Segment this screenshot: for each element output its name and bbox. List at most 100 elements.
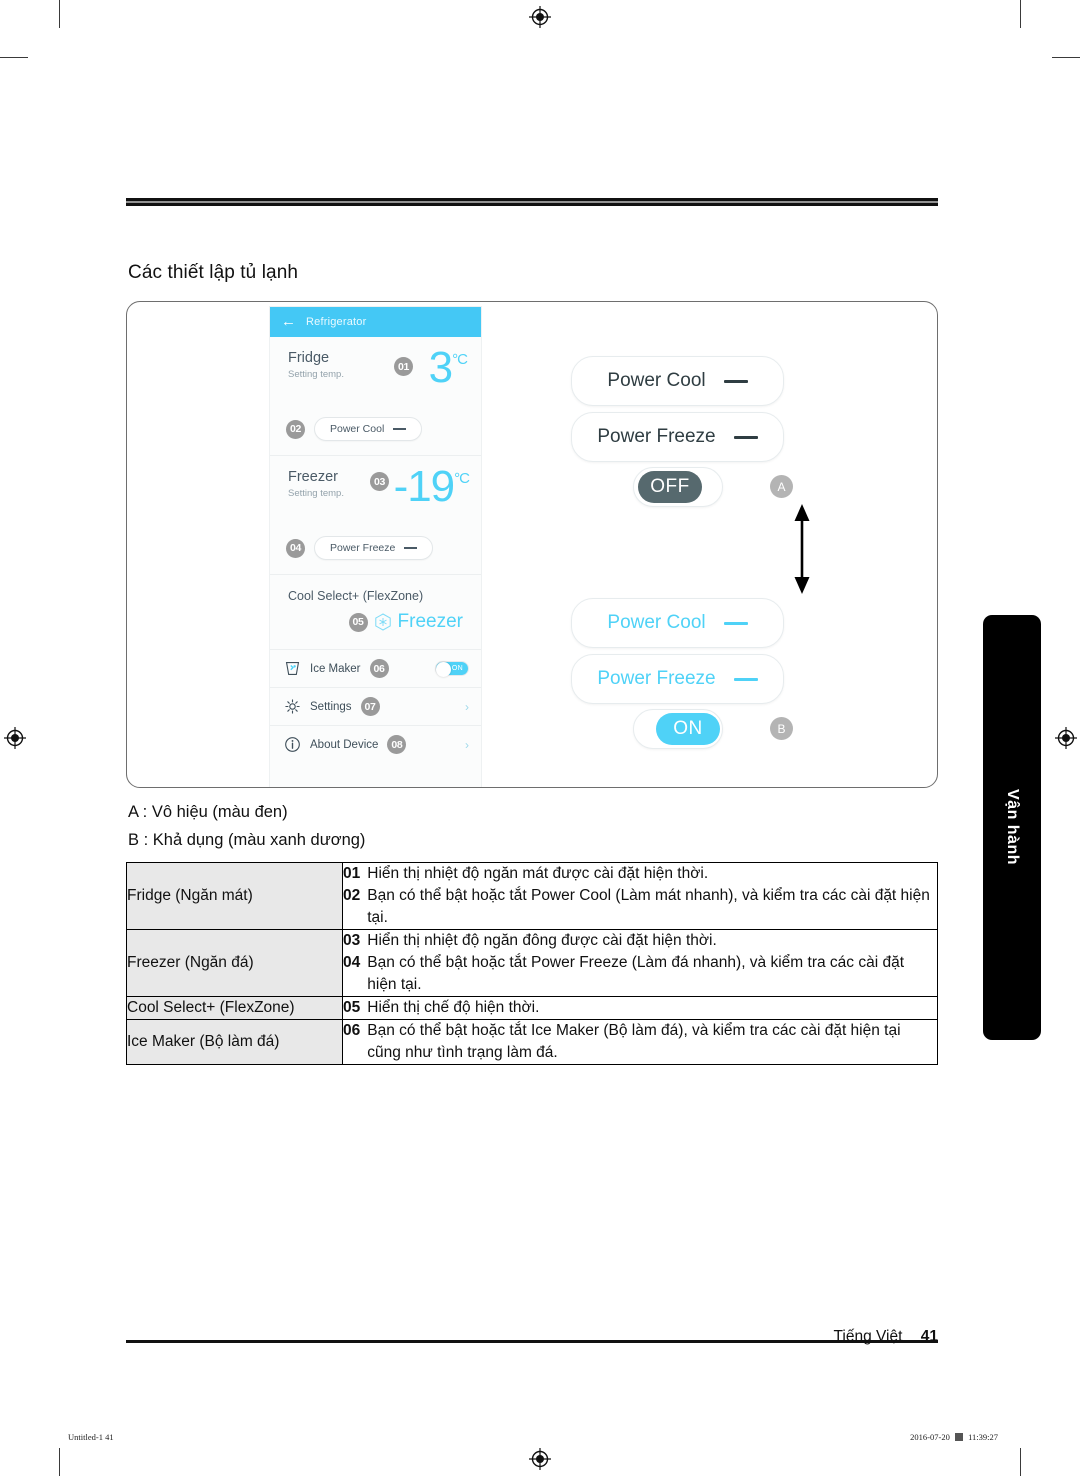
item-text: Hiển thị nhiệt độ ngăn đông được cài đặt… [367,932,717,949]
header-rule [126,198,938,206]
list-item: 01 Hiển thị nhiệt độ ngăn mát được cài đ… [343,863,937,885]
print-date: 2016-07-20 [910,1432,950,1442]
callout-badge-07: 07 [360,697,380,716]
minus-icon [404,547,418,549]
list-item-ice-maker[interactable]: Ice Maker 06 ON [270,649,481,687]
callout-badge-05: 05 [348,612,368,632]
minus-icon [733,435,758,439]
table-key-freezer: Freezer (Ngăn đá) [126,929,343,997]
callout-badge-03: 03 [370,472,389,491]
item-text: Hiển thị chế độ hiện thời. [367,999,540,1016]
crop-mark-bottom-right [1020,1448,1021,1476]
minus-icon [723,621,748,625]
cool-select-value: Freezer [397,611,463,632]
power-freeze-label: Power Freeze [330,542,396,554]
item-number: 04 [343,954,361,971]
table-row: Cool Select+ (FlexZone) 05 Hiển thị chế … [126,996,938,1020]
double-arrow-vertical-icon [792,504,812,599]
item-number: 02 [343,887,361,904]
legend-line-b: B : Khả dụng (màu xanh dương) [128,831,366,849]
item-text: Hiển thị nhiệt độ ngăn mát được cài đặt … [367,865,709,882]
list-item: 04 Bạn có thể bật hoặc tắt Power Freeze … [343,952,937,996]
item-number: 05 [343,999,361,1016]
item-number: 01 [343,865,361,882]
list-item-label: About Device [310,738,379,751]
freezer-temperature: -19 °C [394,462,470,512]
table-value-cool-select: 05 Hiển thị chế độ hiện thời. [342,996,938,1020]
crop-mark-top-left [59,0,60,28]
callout-power-cool-disabled: Power Cool [571,356,784,406]
registration-mark-left [4,727,26,749]
back-arrow-icon[interactable]: ← [281,314,296,329]
print-marker-icon [954,1433,963,1441]
item-number: 03 [343,932,361,949]
minus-icon [723,379,748,383]
spec-table: Fridge (Ngăn mát) 01 Hiển thị nhiệt độ n… [126,862,938,1065]
freezer-temperature-unit: °C [454,470,470,487]
gear-icon [285,699,300,714]
callout-power-freeze-enabled: Power Freeze [571,654,784,704]
cool-select-label: Cool Select+ (FlexZone) [288,589,424,603]
list-item-label: Settings [310,700,352,713]
callout-badge-06: 06 [369,659,389,678]
toggle-state-label: ON [451,665,463,672]
callout-power-cool-label: Power Cool [607,370,706,391]
page-title: Các thiết lập tủ lạnh [128,262,299,283]
footer: Tiếng Việt 41 [834,1328,939,1346]
marker-a: A [770,475,793,498]
print-info-right: 2016-07-20 11:39:27 [910,1432,998,1442]
ice-maker-toggle[interactable]: ON [435,661,469,677]
minus-icon [393,428,407,430]
app-bar: ← Refrigerator [270,307,481,337]
legend-line-a: A : Vô hiệu (màu đen) [128,803,288,821]
list-item-settings[interactable]: Settings 07 › [270,687,481,725]
print-time: 11:39:27 [968,1432,998,1442]
chevron-right-icon: › [465,699,469,714]
fridge-temperature-unit: °C [452,351,468,368]
item-number: 06 [343,1022,361,1039]
marker-b: B [770,717,793,740]
list-item-about-device[interactable]: About Device 08 › [270,725,481,763]
callout-power-cool-label: Power Cool [607,612,706,633]
cool-select-value-row: 05 Freezer [288,611,463,633]
power-cool-label: Power Cool [330,423,385,435]
registration-mark-top [529,6,551,28]
manual-page: Các thiết lập tủ lạnh ← Refrigerator Fri… [0,0,1080,1476]
phone-screen-mockup: ← Refrigerator Fridge Setting temp. 01 3… [270,307,481,787]
page-number: 41 [920,1328,938,1345]
table-key-ice-maker: Ice Maker (Bộ làm đá) [126,1019,343,1065]
snowflake-hex-icon [374,613,391,631]
table-value-fridge: 01 Hiển thị nhiệt độ ngăn mát được cài đ… [342,862,938,930]
list-item: 03 Hiển thị nhiệt độ ngăn đông được cài … [343,930,937,952]
freezer-temp-row: Freezer Setting temp. 03 -19 °C [270,462,481,542]
callout-state-on: ON [633,709,723,749]
toggle-knob [436,661,451,677]
callout-power-cool-enabled: Power Cool [571,598,784,648]
callout-badge-08: 08 [387,735,407,754]
table-row: Fridge (Ngăn mát) 01 Hiển thị nhiệt độ n… [126,862,938,930]
fridge-temperature-value: 3 [428,343,454,392]
callout-power-freeze-label: Power Freeze [597,668,716,689]
minus-icon [733,677,758,681]
fridge-temperature: 3 °C [428,343,468,393]
list-item-label: Ice Maker [310,662,361,675]
cool-select-section[interactable]: Cool Select+ (FlexZone) 05 Freezer [270,575,481,649]
registration-mark-right [1055,727,1077,749]
table-key-cool-select: Cool Select+ (FlexZone) [126,996,343,1020]
fridge-section: Fridge Setting temp. 01 3 °C 02 Power Co… [270,337,481,456]
crop-mark-top-right [1020,0,1021,28]
chevron-right-icon: › [465,737,469,752]
footer-language: Tiếng Việt [833,1328,903,1345]
item-text: Bạn có thể bật hoặc tắt Ice Maker (Bộ là… [367,1022,901,1061]
info-icon [285,737,300,752]
table-row: Freezer (Ngăn đá) 03 Hiển thị nhiệt độ n… [126,929,938,997]
callout-state-on-label: ON [656,713,720,745]
app-bar-title: Refrigerator [306,316,367,328]
freezer-section: Freezer Setting temp. 03 -19 °C 04 Power… [270,456,481,575]
footer-rule [126,1340,938,1343]
item-text: Bạn có thể bật hoặc tắt Power Freeze (Là… [367,954,905,993]
list-item: 05 Hiển thị chế độ hiện thời. [343,997,937,1019]
table-value-freezer: 03 Hiển thị nhiệt độ ngăn đông được cài … [342,929,938,997]
callout-power-freeze-disabled: Power Freeze [571,412,784,462]
illustration-frame: ← Refrigerator Fridge Setting temp. 01 3… [126,301,938,788]
